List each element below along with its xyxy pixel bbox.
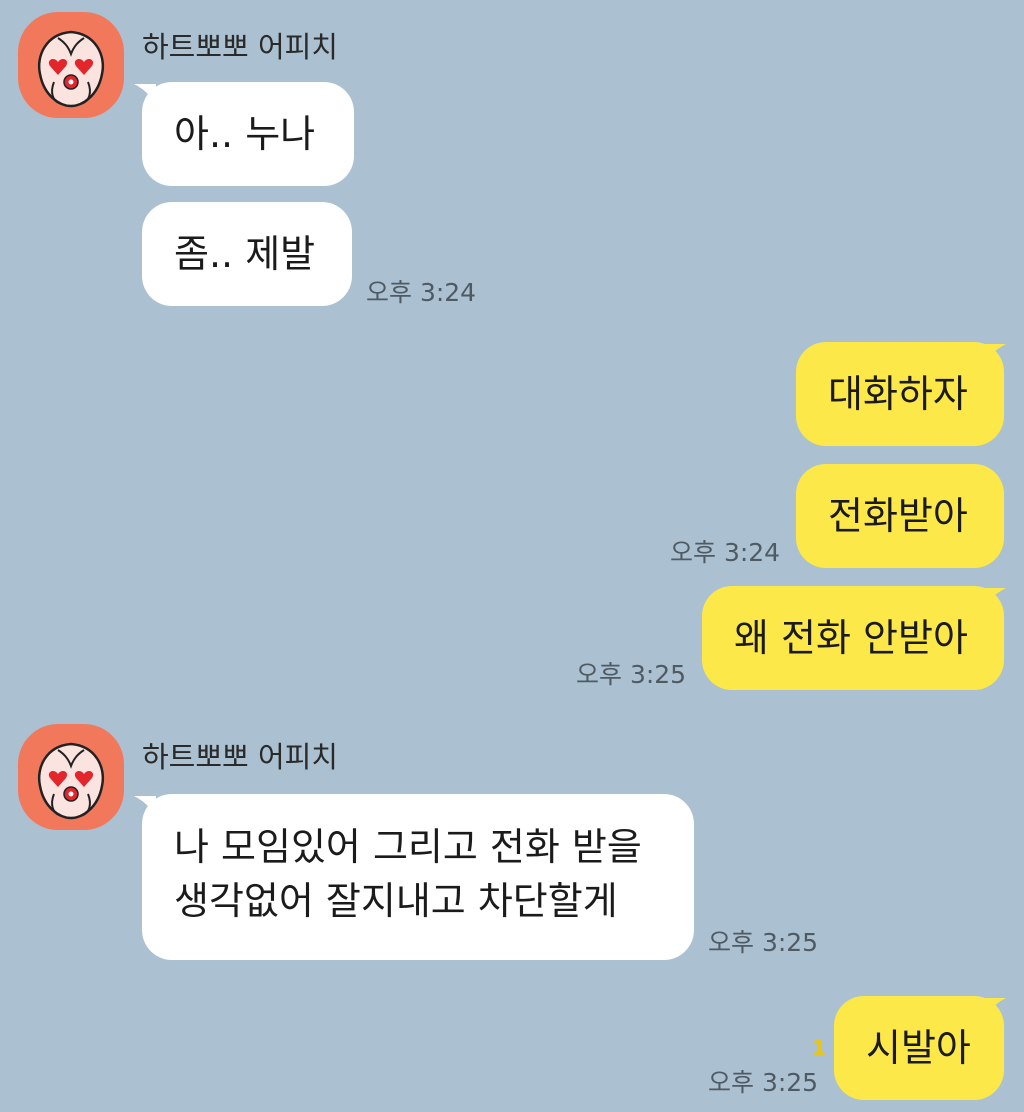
message-text: 왜 전화 안받아: [734, 616, 968, 660]
incoming-message[interactable]: 아.. 누나: [142, 82, 354, 186]
unread-count: 1: [812, 1036, 826, 1060]
outgoing-message[interactable]: 전화받아: [796, 464, 1004, 568]
message-text: 대화하자: [828, 372, 968, 416]
outgoing-message[interactable]: 대화하자: [796, 342, 1004, 446]
message-text: 시발아: [866, 1026, 971, 1070]
message-text: 좀.. 제발: [174, 232, 316, 276]
message-text: 전화받아: [828, 494, 968, 538]
message-time: 오후 3:24: [670, 538, 781, 567]
message-time: 오후 3:24: [366, 278, 477, 307]
sender-name: 하트뽀뽀 어피치: [142, 740, 338, 774]
contact-avatar[interactable]: [18, 12, 124, 118]
outgoing-message[interactable]: 시발아: [834, 996, 1004, 1100]
message-time: 오후 3:25: [576, 660, 687, 689]
contact-avatar[interactable]: [18, 724, 124, 830]
sender-name: 하트뽀뽀 어피치: [142, 30, 338, 64]
message-time: 오후 3:25: [708, 928, 819, 957]
message-line: 생각없어 잘지내고 차단할게: [174, 879, 618, 923]
incoming-message[interactable]: 나 모임있어 그리고 전화 받을 생각없어 잘지내고 차단할게: [142, 794, 694, 960]
apeach-heart-eyes-icon: [37, 30, 105, 108]
message-time: 오후 3:25: [708, 1068, 819, 1097]
apeach-heart-eyes-icon: [37, 742, 105, 820]
message-line: 나 모임있어 그리고 전화 받을: [174, 825, 642, 869]
message-text: 아.. 누나: [174, 112, 316, 156]
outgoing-message[interactable]: 왜 전화 안받아: [702, 586, 1004, 690]
incoming-message[interactable]: 좀.. 제발: [142, 202, 352, 306]
